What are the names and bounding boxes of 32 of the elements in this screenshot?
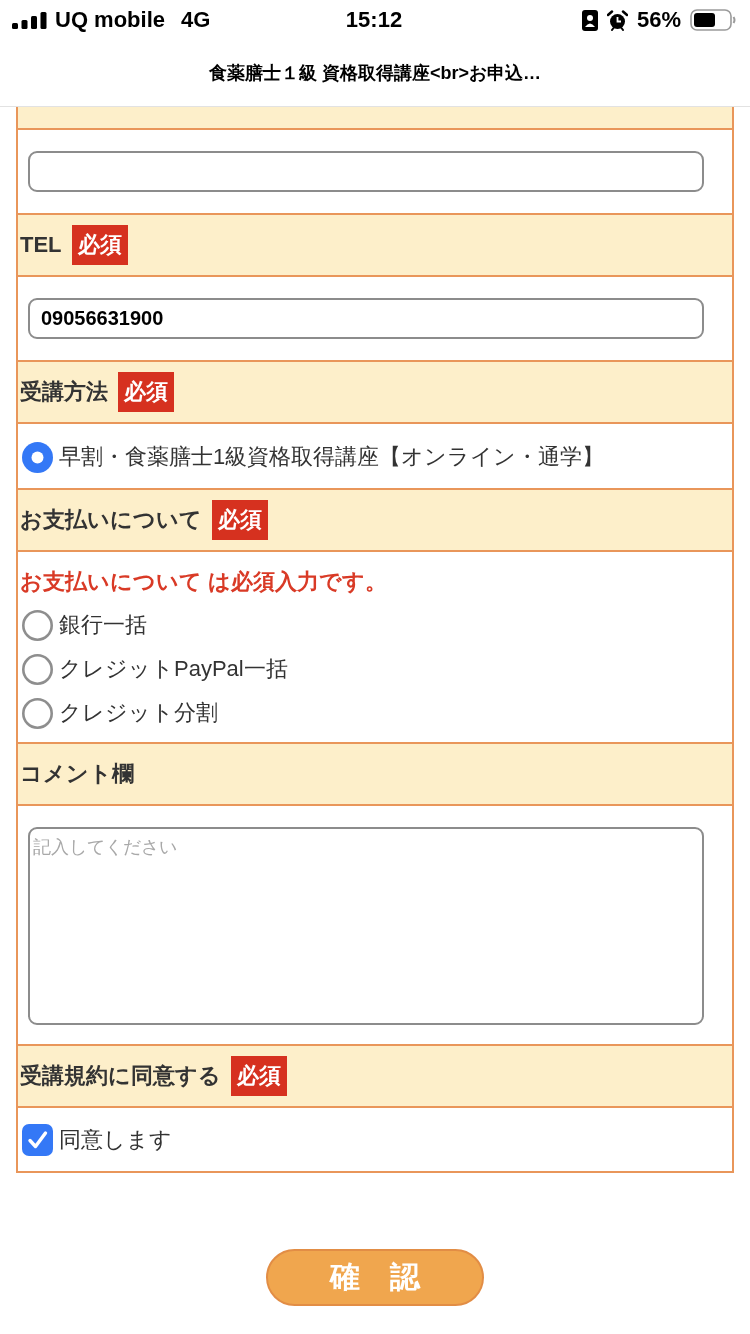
network-type: 4G — [181, 7, 211, 33]
page-title: 食薬膳士１級 資格取得講座<br>お申込… — [209, 62, 541, 85]
battery-icon — [690, 9, 736, 31]
error-message: お支払いについて は必須入力です。 — [20, 568, 388, 596]
required-badge: 必須 — [71, 225, 128, 265]
comment-textarea[interactable]: 記入してください — [28, 827, 704, 1025]
radio-label[interactable]: クレジット分割 — [59, 698, 218, 728]
text-input[interactable]: 09056631900 — [28, 298, 704, 339]
checkbox-icon[interactable] — [22, 1124, 53, 1156]
alarm-clock-icon — [606, 9, 628, 31]
radio-label[interactable]: クレジットPayPal一括 — [59, 654, 288, 684]
text-input[interactable] — [28, 151, 704, 192]
radio-label[interactable]: 早割・食薬膳士1級資格取得講座【オンライン・通学】 — [59, 442, 605, 472]
field-label: お支払いについて — [20, 506, 202, 534]
status-time: 15:12 — [345, 7, 403, 33]
radio-icon[interactable] — [22, 609, 53, 641]
radio-icon[interactable] — [22, 441, 53, 473]
radio-icon[interactable] — [22, 697, 53, 729]
field-label: 受講規約に同意する — [20, 1062, 221, 1090]
signal-icon — [12, 11, 47, 29]
checkbox-label[interactable]: 同意します — [59, 1125, 172, 1155]
person-badge-icon — [581, 9, 598, 31]
field-label: TEL — [20, 232, 62, 258]
required-badge: 必須 — [118, 372, 174, 412]
required-badge: 必須 — [231, 1056, 287, 1096]
battery-percent: 56% — [636, 7, 681, 33]
field-label: 受講方法 — [20, 378, 108, 406]
radio-label[interactable]: 銀行一括 — [59, 610, 147, 640]
carrier-name: UQ mobile — [55, 7, 165, 33]
required-badge: 必須 — [212, 500, 268, 540]
field-label: コメント欄 — [20, 760, 134, 788]
radio-icon[interactable] — [22, 653, 53, 685]
